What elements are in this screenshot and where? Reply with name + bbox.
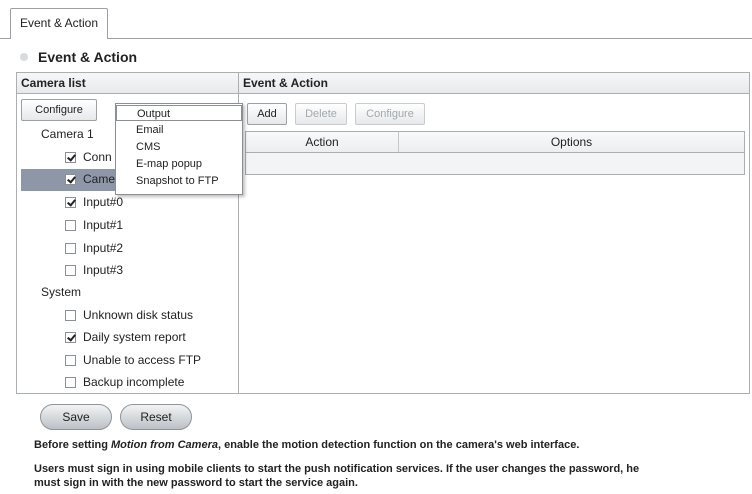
- configure-button[interactable]: Configure: [21, 99, 97, 121]
- note-text: , enable the motion detection function o…: [217, 439, 580, 451]
- system-item-label[interactable]: Unable to access FTP: [83, 353, 201, 367]
- tab-bar: Event & Action: [0, 0, 752, 39]
- configure-dropdown-menu: Output Email CMS E-map popup Snapshot to…: [115, 103, 243, 195]
- table-row[interactable]: [245, 153, 745, 175]
- system-item-label[interactable]: Unknown disk status: [83, 308, 193, 322]
- main-panel: Camera list Configure Camera 1 Conn Came…: [16, 72, 750, 394]
- push-notification-note: Users must sign in using mobile clients …: [34, 462, 639, 490]
- system-group-label: System: [41, 285, 82, 299]
- note-text: Before setting: [34, 439, 112, 451]
- event-action-header: Event & Action: [239, 73, 749, 94]
- camera-item-label[interactable]: Input#1: [83, 218, 123, 232]
- checkbox-daily-system-report[interactable]: [65, 332, 76, 343]
- reset-button[interactable]: Reset: [120, 404, 192, 430]
- menu-item-snapshot-ftp[interactable]: Snapshot to FTP: [116, 173, 242, 189]
- camera-item-label[interactable]: Input#0: [83, 195, 123, 209]
- page-title: Event & Action: [38, 49, 138, 65]
- checkbox-input1[interactable]: [65, 220, 76, 231]
- checkbox-input0[interactable]: [65, 197, 76, 208]
- camera-list-panel: Camera list Configure Camera 1 Conn Came…: [17, 73, 243, 393]
- bullet-icon: [20, 53, 28, 61]
- system-item-label[interactable]: Daily system report: [83, 330, 186, 344]
- note-emphasis: Motion from Camera: [111, 439, 218, 451]
- checkbox-conn[interactable]: [65, 152, 76, 163]
- camera-item-label[interactable]: Input#3: [83, 263, 123, 277]
- checkbox-input2[interactable]: [65, 243, 76, 254]
- checkbox-unknown-disk-status[interactable]: [65, 310, 76, 321]
- checkbox-backup-incomplete[interactable]: [65, 377, 76, 388]
- camera-group-label: Camera 1: [41, 127, 94, 141]
- checkbox-input3[interactable]: [65, 265, 76, 276]
- motion-note: Before setting Motion from Camera, enabl…: [34, 438, 579, 452]
- note-line: must sign in with the new password to st…: [34, 477, 358, 489]
- add-button[interactable]: Add: [247, 103, 287, 125]
- column-header-options[interactable]: Options: [399, 132, 744, 152]
- tab-event-action[interactable]: Event & Action: [10, 8, 108, 39]
- menu-item-cms[interactable]: CMS: [116, 139, 242, 155]
- menu-item-email[interactable]: Email: [116, 122, 242, 138]
- camera-item-label[interactable]: Came: [83, 172, 115, 186]
- delete-button[interactable]: Delete: [295, 103, 347, 125]
- action-table-header: Action Options: [245, 131, 745, 153]
- column-header-action[interactable]: Action: [246, 132, 398, 152]
- camera-item-label[interactable]: Input#2: [83, 241, 123, 255]
- system-item-label[interactable]: Backup incomplete: [83, 375, 184, 389]
- menu-item-emap-popup[interactable]: E-map popup: [116, 156, 242, 172]
- camera-item-label[interactable]: Conn: [83, 150, 112, 164]
- checkbox-came[interactable]: [65, 174, 76, 185]
- save-button[interactable]: Save: [40, 404, 112, 430]
- page-header: Event & Action: [20, 48, 137, 66]
- checkbox-unable-access-ftp[interactable]: [65, 355, 76, 366]
- note-line: Users must sign in using mobile clients …: [34, 463, 640, 475]
- action-configure-button[interactable]: Configure: [355, 103, 425, 125]
- camera-list-header: Camera list: [17, 73, 238, 94]
- event-action-panel: Event & Action Add Delete Configure Acti…: [239, 73, 749, 393]
- menu-item-output[interactable]: Output: [116, 105, 242, 121]
